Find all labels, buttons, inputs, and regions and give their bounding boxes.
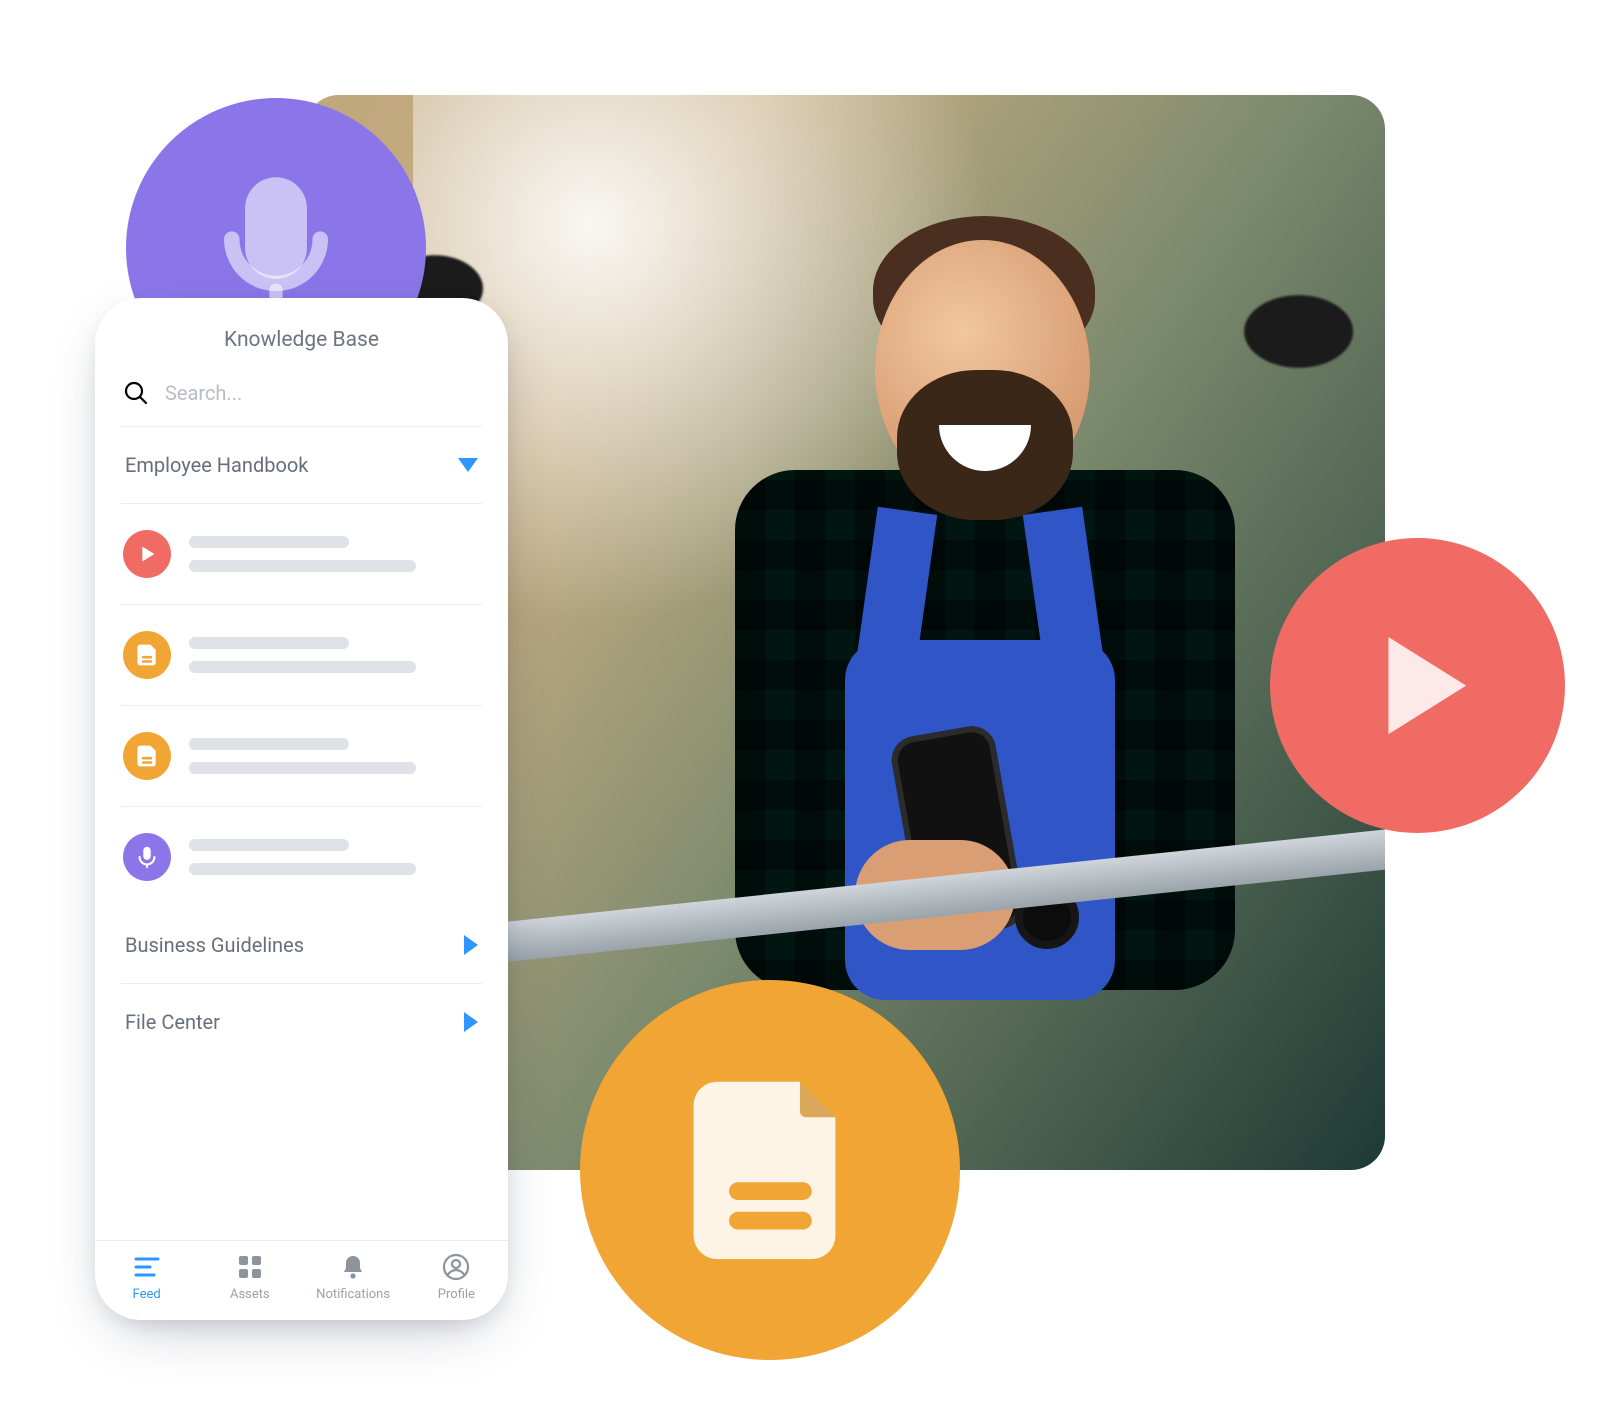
feed-icon <box>133 1253 161 1281</box>
item-placeholder-text <box>189 839 480 875</box>
phone-mockup: Knowledge Base Employee Handbook <box>95 298 508 1320</box>
list-item[interactable] <box>121 807 482 907</box>
chevron-right-icon <box>464 1012 478 1032</box>
item-placeholder-text <box>189 738 480 774</box>
item-placeholder-text <box>189 536 480 572</box>
profile-icon <box>442 1253 470 1281</box>
tab-feed[interactable]: Feed <box>95 1253 198 1302</box>
tab-assets[interactable]: Assets <box>198 1253 301 1302</box>
composition: Knowledge Base Employee Handbook <box>0 0 1600 1422</box>
list-item[interactable] <box>121 504 482 605</box>
section-employee-handbook[interactable]: Employee Handbook <box>121 427 482 504</box>
tab-label: Profile <box>438 1287 475 1302</box>
section-label: Business Guidelines <box>125 933 304 957</box>
section-business-guidelines[interactable]: Business Guidelines <box>121 907 482 984</box>
section-label: Employee Handbook <box>125 453 308 477</box>
document-icon <box>123 631 171 679</box>
item-placeholder-text <box>189 637 480 673</box>
assets-icon <box>236 1253 264 1281</box>
list-item[interactable] <box>121 605 482 706</box>
section-file-center[interactable]: File Center <box>121 984 482 1060</box>
tab-label: Notifications <box>316 1287 390 1302</box>
play-icon <box>1270 538 1565 833</box>
play-icon <box>123 530 171 578</box>
microphone-icon <box>123 833 171 881</box>
section-items <box>121 504 482 907</box>
page-title: Knowledge Base <box>95 298 508 374</box>
document-icon <box>123 732 171 780</box>
tab-profile[interactable]: Profile <box>405 1253 508 1302</box>
search-icon <box>123 380 149 406</box>
document-icon <box>580 980 960 1360</box>
tab-label: Assets <box>230 1287 270 1302</box>
list-item[interactable] <box>121 706 482 807</box>
chevron-down-icon <box>458 458 478 472</box>
bell-icon <box>339 1253 367 1281</box>
bottom-tabbar: Feed Assets Notifications Profile <box>95 1240 508 1320</box>
search-input[interactable] <box>163 380 480 406</box>
section-label: File Center <box>125 1010 220 1034</box>
chevron-right-icon <box>464 935 478 955</box>
tab-label: Feed <box>133 1287 161 1302</box>
tab-notifications[interactable]: Notifications <box>302 1253 405 1302</box>
search-field[interactable] <box>121 374 482 427</box>
